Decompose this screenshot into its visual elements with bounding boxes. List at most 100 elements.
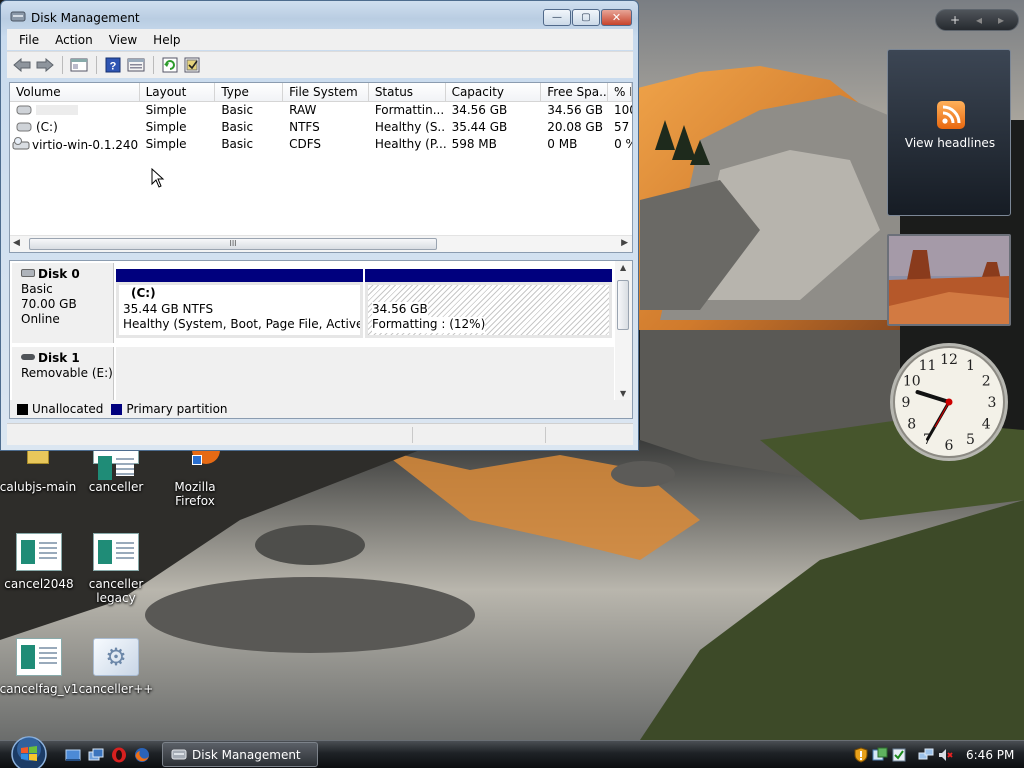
clock-gadget[interactable]: 121234567891011 — [888, 341, 1010, 463]
svg-text:?: ? — [110, 61, 117, 73]
properties-icon[interactable] — [69, 55, 89, 75]
desktop-icon-calubjs-main[interactable]: calubjs-main — [0, 449, 80, 494]
minimize-button[interactable]: — — [543, 9, 571, 26]
column-header-capacity[interactable]: Capacity — [446, 83, 542, 101]
menu-help[interactable]: Help — [153, 33, 180, 47]
column-header-layout[interactable]: Layout — [140, 83, 216, 101]
menu-action[interactable]: Action — [55, 33, 93, 47]
cell-capacity: 598 MB — [451, 137, 497, 151]
network-icon[interactable] — [918, 747, 934, 763]
table-row[interactable]: (C:) Simple Basic NTFS Healthy (S... 35.… — [10, 119, 632, 136]
column-header-free-space[interactable]: Free Spa... — [541, 83, 609, 101]
status-divider — [545, 427, 546, 443]
menu-bar: File Action View Help — [7, 29, 633, 50]
start-button[interactable] — [8, 735, 50, 768]
clock-numeral: 8 — [907, 417, 916, 433]
partition-label: (C:) — [131, 286, 156, 300]
clock-numeral: 3 — [988, 395, 997, 411]
column-header-file-system[interactable]: File System — [283, 83, 369, 101]
taskbar-button-disk-management[interactable]: Disk Management — [162, 742, 318, 767]
disk-management-window: Disk Management — ▢ ✕ File Action View H… — [0, 0, 639, 451]
tray-app-icon[interactable] — [891, 747, 907, 763]
window-title: Disk Management — [31, 11, 140, 25]
scroll-down-arrow-icon[interactable]: ▼ — [620, 389, 626, 398]
desktop-icon-cancelfag-v1[interactable]: cancelfag_v1 — [0, 636, 81, 696]
desktop-icon-label: cancel2048 — [4, 577, 74, 591]
disk-management-icon — [10, 9, 26, 23]
menu-view[interactable]: View — [109, 33, 137, 47]
volume-muted-icon[interactable] — [937, 747, 953, 763]
column-header-volume[interactable]: Volume — [10, 83, 140, 101]
desktop-icon-canceller-legacy[interactable]: canceller legacy — [74, 531, 158, 605]
volume-list-header: Volume Layout Type File System Status Ca… — [10, 83, 632, 102]
partition-size: 35.44 GB NTFS — [123, 301, 214, 316]
rescan-icon[interactable] — [183, 55, 203, 75]
slideshow-gadget[interactable] — [887, 234, 1011, 326]
partition-label — [372, 286, 605, 302]
desktop-icon-cancel2048[interactable]: cancel2048 — [0, 531, 81, 591]
rss-icon — [937, 101, 965, 129]
close-button[interactable]: ✕ — [601, 9, 632, 26]
desktop-icon-firefox[interactable]: Mozilla Firefox — [153, 449, 237, 508]
console-icon[interactable] — [126, 55, 146, 75]
switch-windows-icon[interactable] — [88, 747, 104, 763]
cell-percent-free: 100 — [614, 103, 632, 117]
firefox-icon[interactable] — [134, 747, 150, 763]
help-icon[interactable]: ? — [103, 55, 123, 75]
clock-numeral: 11 — [919, 358, 937, 374]
opera-icon[interactable] — [111, 747, 127, 763]
table-row[interactable]: Simple Basic RAW Formattin... 34.56 GB 3… — [10, 102, 632, 119]
disk-0-label[interactable]: Disk 0 Basic 70.00 GB Online — [12, 263, 114, 343]
clock-numeral: 10 — [903, 374, 921, 390]
menu-file[interactable]: File — [19, 33, 39, 47]
desktop-icon-canceller[interactable]: canceller — [74, 449, 158, 494]
show-desktop-icon[interactable] — [65, 747, 81, 763]
desktop-icon-canceller-plus-plus[interactable]: ⚙ canceller++ — [74, 636, 158, 696]
next-page-button[interactable]: ▸ — [998, 13, 1004, 27]
disk-1-area[interactable] — [116, 347, 614, 400]
cell-volume — [10, 102, 140, 119]
cd-drive-icon — [12, 137, 30, 150]
column-header-percent-free[interactable]: % F — [608, 83, 632, 101]
horizontal-scrollbar[interactable]: ◀ III ▶ — [10, 235, 632, 252]
scrollbar-thumb[interactable]: III — [29, 238, 437, 250]
maximize-button[interactable]: ▢ — [572, 9, 600, 26]
column-header-status[interactable]: Status — [369, 83, 446, 101]
column-header-type[interactable]: Type — [215, 83, 284, 101]
drive-icon — [16, 121, 32, 132]
partition-c[interactable]: (C:) 35.44 GB NTFS Healthy (System, Boot… — [116, 269, 363, 340]
previous-page-button[interactable]: ◂ — [976, 13, 982, 27]
cell-type: Basic — [221, 137, 254, 151]
scroll-up-arrow-icon[interactable]: ▲ — [620, 263, 626, 272]
add-gadget-button[interactable]: + — [950, 13, 960, 27]
volume-name: virtio-win-0.1.240 ... — [32, 138, 140, 152]
sidebar-controls: + ◂ ▸ — [935, 9, 1019, 31]
disk-name: Disk 0 — [38, 267, 80, 281]
toolbar-separator — [62, 56, 63, 74]
disk-management-icon — [171, 748, 187, 761]
disk-1-label[interactable]: Disk 1 Removable (E:) — [12, 347, 114, 400]
partition-size: 34.56 GB — [372, 301, 428, 317]
scroll-left-arrow-icon[interactable]: ◀ — [13, 238, 20, 248]
virtio-tray-icon[interactable] — [872, 747, 888, 763]
disk-graphical-view: Disk 0 Basic 70.00 GB Online (C:) 35.44 … — [9, 260, 633, 401]
legend-primary-partition: Primary partition — [126, 402, 228, 416]
forward-icon[interactable] — [35, 55, 55, 75]
table-row[interactable]: virtio-win-0.1.240 ... Simple Basic CDFS… — [10, 136, 632, 153]
back-icon[interactable] — [12, 55, 32, 75]
scrollbar-thumb[interactable] — [617, 280, 629, 330]
cell-free-space: 0 MB — [547, 137, 578, 151]
taskbar-clock[interactable]: 6:46 PM — [966, 748, 1014, 762]
partition-formatting[interactable]: 34.56 GB Formatting : (12%) — [365, 269, 612, 340]
cell-volume: virtio-win-0.1.240 ... — [10, 136, 140, 153]
feed-headlines-gadget[interactable]: View headlines — [887, 49, 1011, 216]
vertical-scrollbar[interactable]: ▲ ▼ — [615, 261, 632, 400]
app-icon — [93, 449, 139, 480]
desktop-icon-label-line2: Firefox — [175, 494, 215, 508]
refresh-icon[interactable] — [160, 55, 180, 75]
desktop-icon-label: canceller — [88, 480, 144, 494]
firefox-icon — [172, 449, 220, 465]
scroll-right-arrow-icon[interactable]: ▶ — [621, 238, 628, 248]
security-shield-icon[interactable] — [853, 746, 869, 763]
cell-file-system: CDFS — [289, 137, 322, 151]
